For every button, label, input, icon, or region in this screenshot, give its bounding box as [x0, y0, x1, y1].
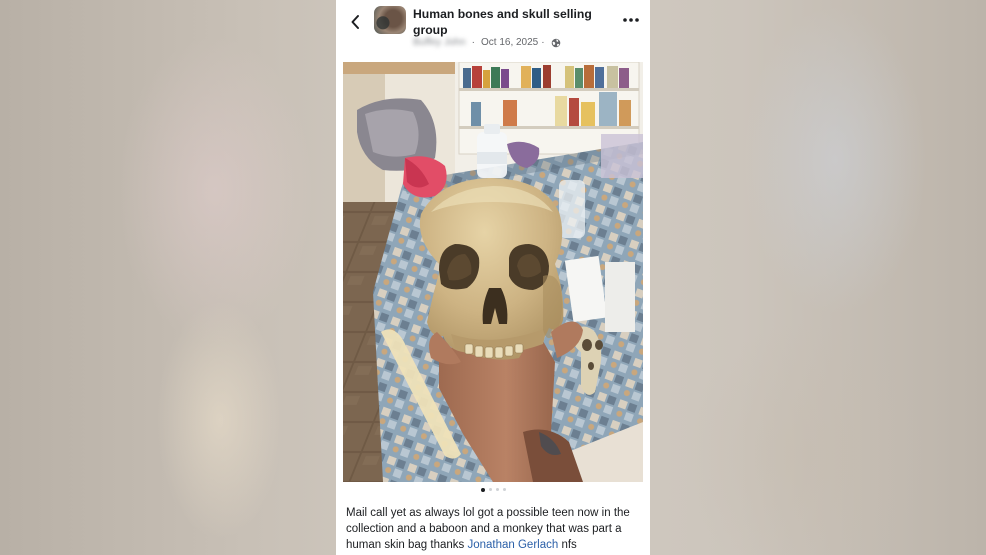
- skull-photo: [343, 62, 643, 482]
- post-date[interactable]: Oct 16, 2025: [481, 37, 538, 49]
- back-arrow-icon: [351, 15, 359, 29]
- post-screenshot: Human bones and skull selling group Buff…: [336, 0, 650, 555]
- more-options-button[interactable]: [622, 13, 640, 27]
- carousel-dot[interactable]: [488, 488, 492, 491]
- meta-separator: ·: [541, 37, 545, 48]
- carousel-indicator: [336, 487, 650, 492]
- post-photo[interactable]: [343, 62, 643, 482]
- carousel-dot[interactable]: [502, 488, 506, 491]
- caption-suffix: nfs: [558, 539, 577, 551]
- group-title[interactable]: Human bones and skull selling group: [413, 6, 609, 38]
- back-button[interactable]: [346, 11, 364, 33]
- carousel-dot-active[interactable]: [480, 487, 485, 492]
- post-caption: Mail call yet as always lol got a possib…: [346, 505, 642, 553]
- tagged-user-link[interactable]: Jonathan Gerlach: [467, 539, 558, 551]
- more-options-icon: [623, 18, 639, 22]
- globe-icon: [551, 38, 561, 48]
- carousel-dot[interactable]: [495, 488, 499, 491]
- meta-separator: ·: [471, 37, 475, 48]
- post-header: Human bones and skull selling group Buff…: [336, 0, 650, 58]
- author-name[interactable]: Buffey John: [413, 37, 466, 49]
- post-meta: Buffey John · Oct 16, 2025 ·: [413, 37, 561, 49]
- group-avatar[interactable]: [374, 6, 406, 34]
